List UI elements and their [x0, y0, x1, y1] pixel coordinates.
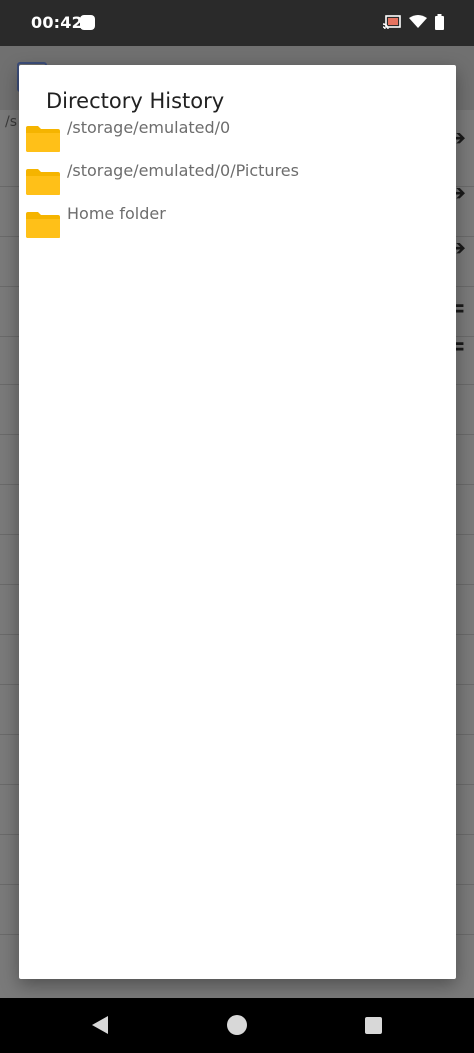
history-item-label: /storage/emulated/0	[67, 118, 231, 137]
history-list: /storage/emulated/0 /storage/emulated/0/…	[19, 117, 456, 246]
status-time: 00:42	[31, 13, 83, 32]
status-bar: 00:42	[0, 0, 474, 46]
history-item[interactable]: /storage/emulated/0	[19, 117, 456, 160]
directory-history-dialog: Directory History /storage/emulated/0 /s…	[19, 65, 456, 979]
battery-icon	[435, 14, 444, 30]
history-item[interactable]: /storage/emulated/0/Pictures	[19, 160, 456, 203]
home-icon[interactable]	[227, 1015, 247, 1035]
recent-apps-icon[interactable]	[365, 1017, 382, 1034]
wifi-icon	[409, 15, 427, 29]
history-item-label: Home folder	[67, 204, 166, 223]
back-icon[interactable]	[90, 1015, 110, 1039]
cast-icon	[383, 15, 401, 29]
background-path: /s	[5, 114, 18, 130]
folder-icon	[26, 212, 60, 238]
status-icons	[383, 14, 444, 30]
folder-icon	[26, 169, 60, 195]
history-item[interactable]: Home folder	[19, 203, 456, 246]
folder-icon	[26, 126, 60, 152]
notification-icon	[80, 15, 95, 30]
dialog-title: Directory History	[46, 89, 225, 113]
navigation-bar	[0, 998, 474, 1053]
history-item-label: /storage/emulated/0/Pictures	[67, 161, 299, 180]
